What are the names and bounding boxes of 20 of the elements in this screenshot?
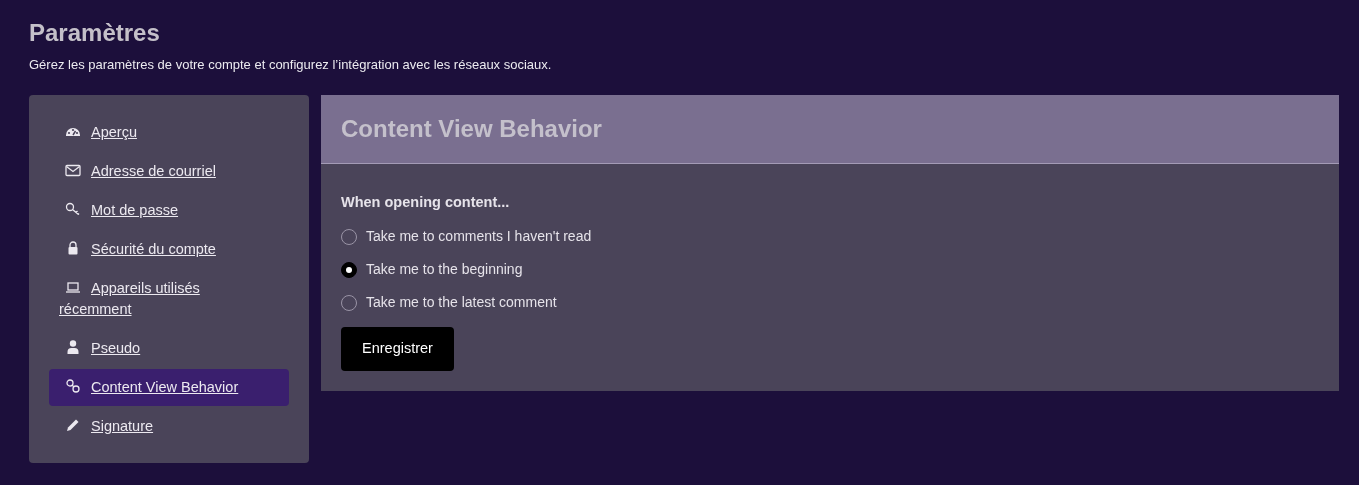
radio-button[interactable] xyxy=(341,261,357,278)
sidebar-item[interactable]: Aperçu xyxy=(49,113,289,151)
sidebar-item[interactable]: Adresse de courriel xyxy=(49,152,289,190)
radio-label[interactable]: Take me to comments I haven't read xyxy=(366,226,592,248)
radio-label[interactable]: Take me to the beginning xyxy=(366,259,523,281)
panel-title: Content View Behavior xyxy=(341,113,603,144)
sidebar-item[interactable]: Appareils utilisés récemment xyxy=(49,269,289,328)
key-icon xyxy=(65,200,81,217)
save-button[interactable]: Enregistrer xyxy=(341,327,454,371)
page-title: Paramètres xyxy=(29,18,161,48)
sidebar-item[interactable]: Signature xyxy=(49,407,289,445)
sidebar-item[interactable]: Content View Behavior xyxy=(49,368,289,406)
user-icon xyxy=(65,338,81,355)
sidebar-item[interactable]: Sécurité du compte xyxy=(49,230,289,268)
page-subtitle: Gérez les paramètres de votre compte et configurez l’intégration avec les réseaux sociaux. xyxy=(29,56,553,74)
question-label: When opening content... xyxy=(341,192,511,212)
sidebar-item[interactable]: Mot de passe xyxy=(49,191,289,229)
link-icon xyxy=(65,377,81,394)
radio-label[interactable]: Take me to the latest comment xyxy=(366,292,557,314)
sidebar-item[interactable]: Pseudo xyxy=(49,329,289,367)
